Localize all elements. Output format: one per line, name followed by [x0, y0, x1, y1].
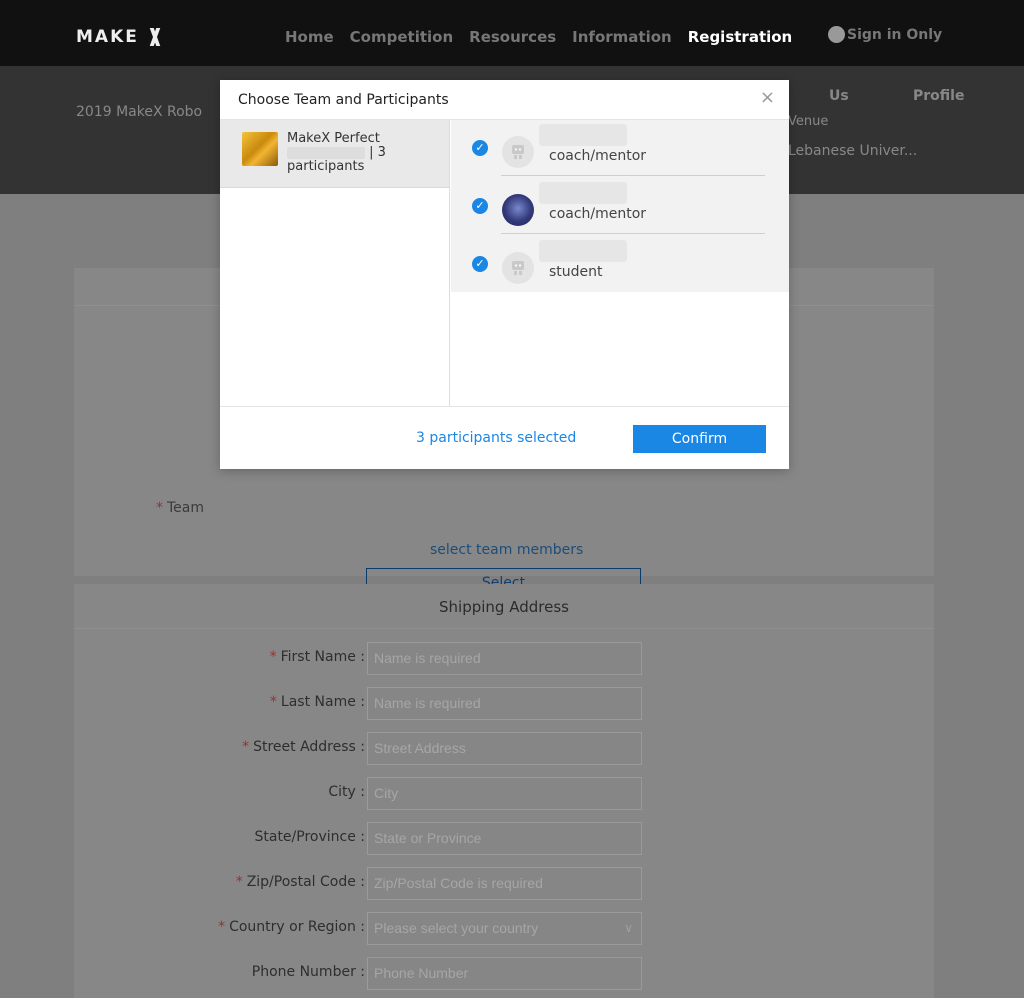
- street-address-label: * Street Address :: [242, 739, 365, 755]
- participant-divider: [501, 175, 765, 176]
- zip-label: * Zip/Postal Code :: [235, 874, 365, 890]
- team-list: MakeX Perfect | 3 participants: [220, 120, 450, 406]
- last-name-label: * Last Name :: [269, 694, 365, 710]
- country-row: * Country or Region : Please select your …: [74, 912, 934, 945]
- robot-avatar-icon: [512, 261, 524, 275]
- choose-team-modal: Choose Team and Participants × MakeX Per…: [220, 80, 789, 469]
- nav-competition[interactable]: Competition: [350, 28, 453, 46]
- venue-name: Lebanese Univer...: [788, 143, 918, 159]
- team-thumbnail: [242, 132, 278, 166]
- street-address-row: * Street Address : Street Address: [74, 732, 934, 765]
- redacted-name: [539, 124, 627, 146]
- zip-row: * Zip/Postal Code : Zip/Postal Code is re…: [74, 867, 934, 900]
- team-participants-label: participants: [287, 159, 365, 174]
- first-name-input[interactable]: Name is required: [367, 642, 642, 675]
- nav-home[interactable]: Home: [285, 28, 334, 46]
- user-avatar-icon: [828, 26, 845, 43]
- participant-role: student: [549, 264, 603, 280]
- nav-resources[interactable]: Resources: [469, 28, 556, 46]
- city-label: City :: [328, 784, 365, 800]
- phone-label: Phone Number :: [251, 964, 365, 980]
- logo-text: MAKE: [76, 27, 139, 47]
- selected-count: 3 participants selected: [416, 430, 577, 446]
- participant-role: coach/mentor: [549, 206, 647, 222]
- robot-avatar-icon: [512, 145, 524, 159]
- city-input[interactable]: City: [367, 777, 642, 810]
- nav-about-us[interactable]: Us: [829, 88, 849, 104]
- checkbox-checked-icon[interactable]: ✓: [472, 140, 488, 156]
- redacted-name: [539, 182, 627, 204]
- nav-links: Home Competition Resources Information R…: [285, 28, 792, 46]
- participant-item[interactable]: ✓ student: [451, 236, 789, 294]
- nav-registration[interactable]: Registration: [688, 28, 793, 46]
- select-members-hint: select team members: [430, 542, 584, 558]
- modal-footer-divider: [220, 406, 789, 407]
- venue-label: Venue: [788, 114, 829, 129]
- team-name-line: MakeX Perfect: [287, 131, 380, 146]
- nav-information[interactable]: Information: [572, 28, 672, 46]
- last-name-input[interactable]: Name is required: [367, 687, 642, 720]
- close-icon[interactable]: ×: [760, 89, 775, 107]
- last-name-row: * Last Name : Name is required: [74, 687, 934, 720]
- avatar-photo: [502, 194, 534, 226]
- required-mark: *: [156, 500, 163, 516]
- confirm-button[interactable]: Confirm: [633, 425, 766, 453]
- participant-item[interactable]: ✓ coach/mentor: [451, 120, 789, 178]
- zip-input[interactable]: Zip/Postal Code is required: [367, 867, 642, 900]
- sign-in-link[interactable]: Sign in Only: [847, 27, 942, 43]
- country-label: * Country or Region :: [218, 919, 365, 935]
- country-select[interactable]: Please select your country ∨: [367, 912, 642, 945]
- phone-row: Phone Number : Phone Number: [74, 957, 934, 990]
- modal-title: Choose Team and Participants: [238, 92, 449, 108]
- nav-profile[interactable]: Profile: [913, 88, 964, 104]
- state-row: State/Province : State or Province: [74, 822, 934, 855]
- participant-item[interactable]: ✓ coach/mentor: [451, 178, 789, 236]
- chevron-down-icon: ∨: [624, 921, 633, 935]
- participant-role: coach/mentor: [549, 148, 647, 164]
- state-label: State/Province :: [254, 829, 365, 845]
- team-count-line: | 3: [287, 146, 437, 160]
- shipping-title: Shipping Address: [439, 598, 569, 616]
- event-title: 2019 MakeX Robo: [76, 104, 203, 120]
- street-address-input[interactable]: Street Address: [367, 732, 642, 765]
- phone-input[interactable]: Phone Number: [367, 957, 642, 990]
- top-navigation: MAKE Home Competition Resources Informat…: [0, 0, 1024, 66]
- team-name: MakeX Perfect | 3 participants: [287, 132, 437, 174]
- shipping-divider: [74, 628, 934, 629]
- logo-x-icon: [143, 28, 167, 46]
- shipping-card: Shipping Address * First Name : Name is r…: [74, 584, 934, 998]
- checkbox-checked-icon[interactable]: ✓: [472, 256, 488, 272]
- participant-divider: [501, 233, 765, 234]
- redacted-text: [287, 146, 365, 159]
- country-placeholder: Please select your country: [374, 920, 539, 936]
- state-input[interactable]: State or Province: [367, 822, 642, 855]
- participant-list: ✓ coach/mentor ✓ coach/mentor ✓ student: [451, 120, 789, 292]
- team-list-item[interactable]: MakeX Perfect | 3 participants: [220, 120, 449, 188]
- checkbox-checked-icon[interactable]: ✓: [472, 198, 488, 214]
- team-label: * Team: [156, 500, 205, 516]
- first-name-row: * First Name : Name is required: [74, 642, 934, 675]
- first-name-label: * First Name :: [269, 649, 365, 665]
- city-row: City : City: [74, 777, 934, 810]
- makex-logo[interactable]: MAKE: [76, 27, 167, 47]
- nav-user[interactable]: Sign in Only: [828, 26, 942, 43]
- redacted-name: [539, 240, 627, 262]
